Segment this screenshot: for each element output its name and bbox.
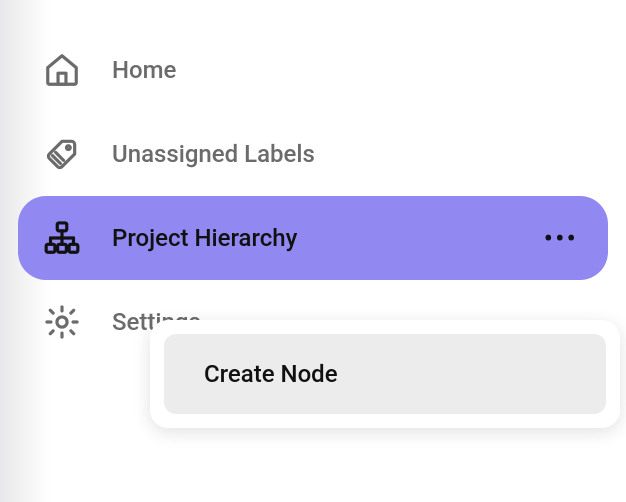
- context-menu: Create Node: [150, 320, 620, 428]
- sidebar-item-home[interactable]: Home: [18, 28, 608, 112]
- sidebar-item-label: Unassigned Labels: [112, 140, 315, 168]
- menu-item-label: Create Node: [204, 360, 338, 388]
- tag-icon: [40, 135, 84, 173]
- hierarchy-icon: [40, 219, 84, 257]
- more-options-icon[interactable]: •••: [544, 222, 586, 255]
- sidebar-item-label: Project Hierarchy: [112, 224, 297, 252]
- gear-icon: [40, 303, 84, 341]
- sidebar-item-label: Home: [112, 56, 176, 84]
- menu-item-create-node[interactable]: Create Node: [164, 334, 606, 414]
- home-icon: [40, 51, 84, 89]
- sidebar-item-unassigned-labels[interactable]: Unassigned Labels: [18, 112, 608, 196]
- sidebar: Home Unassigned Labels: [0, 0, 626, 364]
- sidebar-item-project-hierarchy[interactable]: Project Hierarchy •••: [18, 196, 608, 280]
